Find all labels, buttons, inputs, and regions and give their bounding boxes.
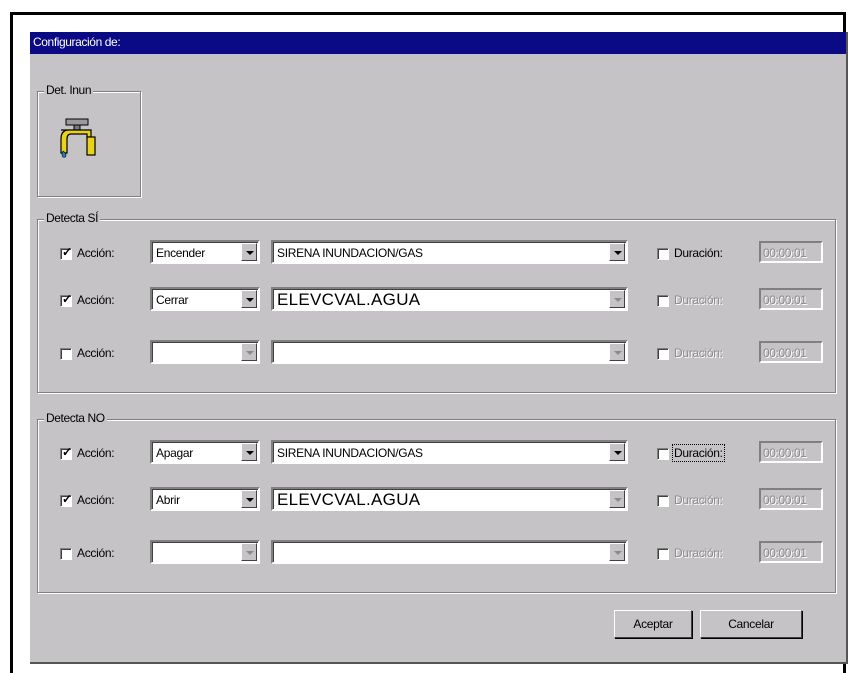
chevron-down-icon[interactable] bbox=[241, 243, 257, 261]
detecta-si-label: Detecta SÍ bbox=[44, 211, 101, 225]
chevron-down-icon[interactable] bbox=[241, 443, 257, 461]
duracion-checkbox[interactable] bbox=[657, 548, 669, 560]
duration-time-value: 00:00:01 bbox=[763, 446, 807, 460]
duracion-checkbox[interactable] bbox=[657, 495, 669, 507]
chevron-down-icon[interactable] bbox=[241, 490, 257, 508]
action-value: Encender bbox=[156, 246, 205, 260]
action-value: Abrir bbox=[156, 493, 180, 507]
check-icon: ✓ bbox=[62, 492, 73, 506]
action-select[interactable] bbox=[150, 340, 260, 364]
duracion-checkbox[interactable] bbox=[657, 295, 669, 307]
target-value: SIRENA INUNDACION/GAS bbox=[277, 446, 423, 460]
duration-time-field[interactable]: 00:00:01 bbox=[759, 541, 823, 563]
duracion-label: Duración: bbox=[672, 444, 725, 462]
action-select[interactable]: Apagar bbox=[150, 440, 260, 464]
accion-label: Acción: bbox=[77, 246, 115, 260]
accion-checkbox[interactable]: ✓ bbox=[60, 292, 73, 307]
accion-checkbox[interactable] bbox=[60, 548, 72, 560]
chevron-down-icon[interactable] bbox=[241, 543, 257, 561]
accion-label: Acción: bbox=[77, 546, 115, 560]
cancel-button[interactable]: Cancelar bbox=[700, 610, 802, 638]
chevron-down-icon[interactable] bbox=[609, 343, 625, 361]
faucet-icon bbox=[57, 117, 99, 159]
chevron-down-icon[interactable] bbox=[241, 290, 257, 308]
action-value: Cerrar bbox=[156, 293, 189, 307]
duration-time-field[interactable]: 00:00:01 bbox=[759, 241, 823, 263]
duration-time-field[interactable]: 00:00:01 bbox=[759, 488, 823, 510]
window-title: Configuración de: bbox=[33, 35, 121, 49]
duracion-label: Duración: bbox=[674, 546, 723, 560]
duration-time-field[interactable]: 00:00:01 bbox=[759, 288, 823, 310]
duracion-checkbox[interactable] bbox=[657, 348, 669, 360]
target-select[interactable] bbox=[271, 540, 628, 564]
config-dialog: Configuración de: Det. Inun Detecta SÍ D… bbox=[30, 32, 848, 664]
check-icon: ✓ bbox=[62, 292, 73, 306]
target-value: ELEVCVAL.AGUA bbox=[277, 490, 421, 509]
chevron-down-icon[interactable] bbox=[609, 290, 625, 308]
duracion-label: Duración: bbox=[674, 493, 723, 507]
action-select[interactable]: Abrir bbox=[150, 487, 260, 511]
duration-time-value: 00:00:01 bbox=[763, 246, 807, 260]
accion-checkbox[interactable] bbox=[60, 348, 72, 360]
chevron-down-icon[interactable] bbox=[609, 490, 625, 508]
accion-checkbox[interactable]: ✓ bbox=[60, 492, 73, 507]
action-select[interactable] bbox=[150, 540, 260, 564]
duration-time-field[interactable]: 00:00:01 bbox=[759, 441, 823, 463]
accion-checkbox[interactable]: ✓ bbox=[60, 445, 73, 460]
check-icon: ✓ bbox=[62, 445, 73, 459]
device-group-label: Det. Inun bbox=[44, 83, 94, 97]
accion-label: Acción: bbox=[77, 346, 115, 360]
target-select[interactable]: SIRENA INUNDACION/GAS bbox=[271, 240, 628, 264]
accion-label: Acción: bbox=[77, 446, 115, 460]
chevron-down-icon[interactable] bbox=[241, 343, 257, 361]
device-group: Det. Inun bbox=[37, 83, 141, 197]
check-icon: ✓ bbox=[62, 245, 73, 259]
title-bar[interactable]: Configuración de: bbox=[30, 32, 846, 54]
action-select[interactable]: Encender bbox=[150, 240, 260, 264]
duration-time-field[interactable]: 00:00:01 bbox=[759, 341, 823, 363]
accion-label: Acción: bbox=[77, 493, 115, 507]
chevron-down-icon[interactable] bbox=[609, 443, 625, 461]
duration-time-value: 00:00:01 bbox=[763, 346, 807, 360]
action-select[interactable]: Cerrar bbox=[150, 287, 260, 311]
target-select[interactable]: ELEVCVAL.AGUA bbox=[271, 287, 628, 311]
target-select[interactable] bbox=[271, 340, 628, 364]
duration-time-value: 00:00:01 bbox=[763, 293, 807, 307]
accion-label: Acción: bbox=[77, 293, 115, 307]
chevron-down-icon[interactable] bbox=[609, 243, 625, 261]
accept-button[interactable]: Aceptar bbox=[614, 610, 692, 638]
duration-time-value: 00:00:01 bbox=[763, 493, 807, 507]
accion-checkbox[interactable]: ✓ bbox=[60, 245, 73, 260]
duracion-checkbox[interactable] bbox=[657, 448, 669, 460]
target-value: SIRENA INUNDACION/GAS bbox=[277, 246, 423, 260]
target-value: ELEVCVAL.AGUA bbox=[277, 290, 421, 309]
duracion-label: Duración: bbox=[674, 246, 723, 260]
duracion-label: Duración: bbox=[674, 293, 723, 307]
target-select[interactable]: ELEVCVAL.AGUA bbox=[271, 487, 628, 511]
target-select[interactable]: SIRENA INUNDACION/GAS bbox=[271, 440, 628, 464]
detecta-no-label: Detecta NO bbox=[44, 411, 107, 425]
action-value: Apagar bbox=[156, 446, 193, 460]
chevron-down-icon[interactable] bbox=[609, 543, 625, 561]
duracion-label: Duración: bbox=[674, 346, 723, 360]
duracion-checkbox[interactable] bbox=[657, 248, 669, 260]
duration-time-value: 00:00:01 bbox=[763, 546, 807, 560]
